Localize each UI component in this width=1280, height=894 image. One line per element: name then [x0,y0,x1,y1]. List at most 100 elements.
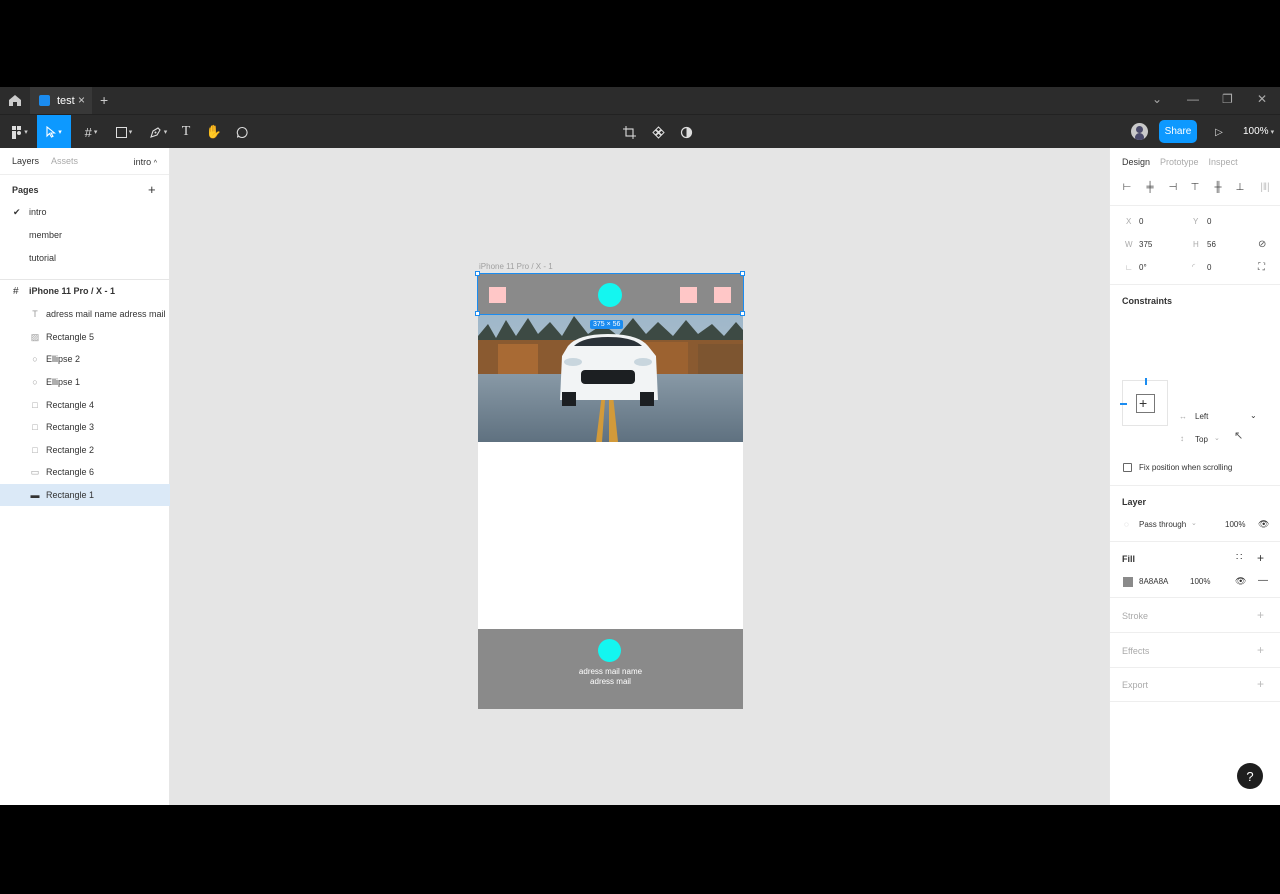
new-tab-icon[interactable]: + [100,92,108,108]
page-item-intro[interactable]: intro [29,207,47,217]
minimize-icon[interactable]: — [1187,92,1199,106]
divider [1110,541,1280,542]
file-tab[interactable]: test × [30,87,92,114]
resize-handle[interactable] [475,271,480,276]
remove-fill-icon[interactable]: — [1258,575,1268,586]
page-item-member[interactable]: member [29,230,62,240]
chevron-down-icon[interactable]: ⌄ [1250,411,1257,420]
independent-corners-icon[interactable]: ⛶ [1258,262,1265,273]
footer-circle[interactable] [598,639,621,662]
header-square-3[interactable] [714,287,731,303]
align-right-icon[interactable]: ⊣ [1167,182,1179,194]
fix-position-checkbox[interactable] [1123,463,1132,472]
comment-tool-button[interactable] [233,115,251,149]
tab-prototype[interactable]: Prototype [1160,157,1199,167]
close-window-icon[interactable]: ✕ [1257,92,1267,106]
text-tool-button[interactable]: T [178,115,194,149]
align-middle-icon[interactable]: ╫ [1212,182,1224,194]
help-button[interactable]: ? [1237,763,1263,789]
rotation-input[interactable]: 0° [1139,263,1147,272]
components-button[interactable] [649,115,667,149]
add-page-icon[interactable]: + [148,182,156,197]
fill-hex-input[interactable]: 8A8A8A [1139,577,1168,586]
constraint-horizontal-select[interactable]: Left [1195,412,1208,421]
footer-bar[interactable]: adress mail name adress mail [478,629,743,709]
resize-handle[interactable] [740,311,745,316]
layer-item[interactable]: □ Rectangle 2 [0,439,170,461]
layer-item[interactable]: ▨ Rectangle 5 [0,326,170,348]
fill-opacity-input[interactable]: 100% [1190,577,1210,586]
fill-swatch[interactable] [1123,577,1133,587]
constraint-vertical-select[interactable]: Top [1195,435,1208,444]
play-icon: ▷ [1215,126,1223,138]
x-input[interactable]: 0 [1139,217,1143,226]
radius-input[interactable]: 0 [1207,263,1211,272]
layer-item[interactable]: ▭ Rectangle 6 [0,461,170,483]
pen-tool-button[interactable]: ▾ [144,115,172,149]
present-button[interactable]: ▷ [1212,115,1226,149]
header-square-2[interactable] [680,287,697,303]
distribute-icon[interactable]: |‖| [1255,182,1275,194]
h-input[interactable]: 56 [1207,240,1216,249]
header-square-1[interactable] [489,287,506,303]
text-icon: T [181,124,191,139]
add-export-icon[interactable]: + [1257,677,1264,691]
layer-opacity-input[interactable]: 100% [1225,520,1245,529]
home-icon[interactable] [8,94,22,107]
mask-button[interactable] [677,115,695,149]
tab-assets[interactable]: Assets [51,156,78,166]
phone-frame[interactable]: 375 × 56 adress mail name adress mail [475,271,745,709]
frame-label[interactable]: iPhone 11 Pro / X - 1 [479,262,553,271]
hand-tool-button[interactable]: ✋ [205,115,223,149]
close-tab-icon[interactable]: × [78,93,85,107]
y-input[interactable]: 0 [1207,217,1211,226]
layer-item[interactable]: ○ Ellipse 1 [0,371,170,393]
main-menu-button[interactable]: ▾ [6,115,34,149]
header-bar[interactable] [475,271,745,316]
resize-handle[interactable] [740,271,745,276]
chevron-down-icon[interactable]: ⌄ [1214,434,1220,442]
constrain-proportions-icon[interactable]: ⊘ [1258,239,1266,250]
page-item-tutorial[interactable]: tutorial [29,253,56,263]
align-center-horizontal-icon[interactable]: ╪ [1144,182,1156,194]
move-tool-button[interactable]: ▾ [37,115,71,149]
restore-icon[interactable]: ❐ [1222,92,1233,106]
layer-item-selected[interactable]: ▬ Rectangle 1 [0,484,170,506]
layer-item[interactable]: Tadress mail name adress mail [0,303,170,325]
frame-tool-button[interactable]: # ▾ [78,115,104,149]
x-label: X [1126,217,1132,226]
layer-frame[interactable]: # iPhone 11 Pro / X - 1 [0,280,170,302]
avatar[interactable] [1131,123,1148,140]
header-circle[interactable] [598,283,622,307]
blend-mode-select[interactable]: Pass through [1139,520,1186,529]
layer-item[interactable]: ○ Ellipse 2 [0,348,170,370]
tab-layers[interactable]: Layers [12,156,39,166]
eye-icon[interactable]: 👁 [1258,519,1269,530]
style-grid-icon[interactable]: ∷ [1236,552,1242,563]
tab-design[interactable]: Design [1122,157,1150,167]
align-bottom-icon[interactable]: ⊥ [1234,182,1246,194]
page-selector[interactable]: intro ^ [134,157,157,167]
align-left-icon[interactable]: ⊢ [1121,182,1133,194]
layer-item[interactable]: □ Rectangle 3 [0,416,170,438]
footer-line-2[interactable]: adress mail [478,677,743,686]
share-button[interactable]: Share [1159,120,1197,143]
add-effect-icon[interactable]: + [1257,643,1264,657]
figma-logo-icon [12,125,22,139]
chevron-down-icon[interactable]: ⌄ [1152,92,1162,106]
shape-tool-button[interactable]: ▾ [110,115,138,149]
crop-tool-button[interactable] [620,115,638,149]
align-top-icon[interactable]: ⊤ [1189,182,1201,194]
w-input[interactable]: 375 [1139,240,1152,249]
layer-item[interactable]: □ Rectangle 4 [0,394,170,416]
car-photo[interactable] [478,314,743,442]
footer-line-1[interactable]: adress mail name [478,667,743,676]
zoom-dropdown[interactable]: 100% ▾ [1243,126,1274,137]
add-fill-icon[interactable]: + [1257,551,1264,565]
add-stroke-icon[interactable]: + [1257,608,1264,622]
resize-handle[interactable] [475,311,480,316]
chevron-down-icon[interactable]: ⌄ [1191,519,1197,527]
tab-inspect[interactable]: Inspect [1209,157,1238,167]
constraints-widget[interactable]: + [1120,378,1168,426]
eye-icon[interactable]: 👁 [1235,576,1246,587]
